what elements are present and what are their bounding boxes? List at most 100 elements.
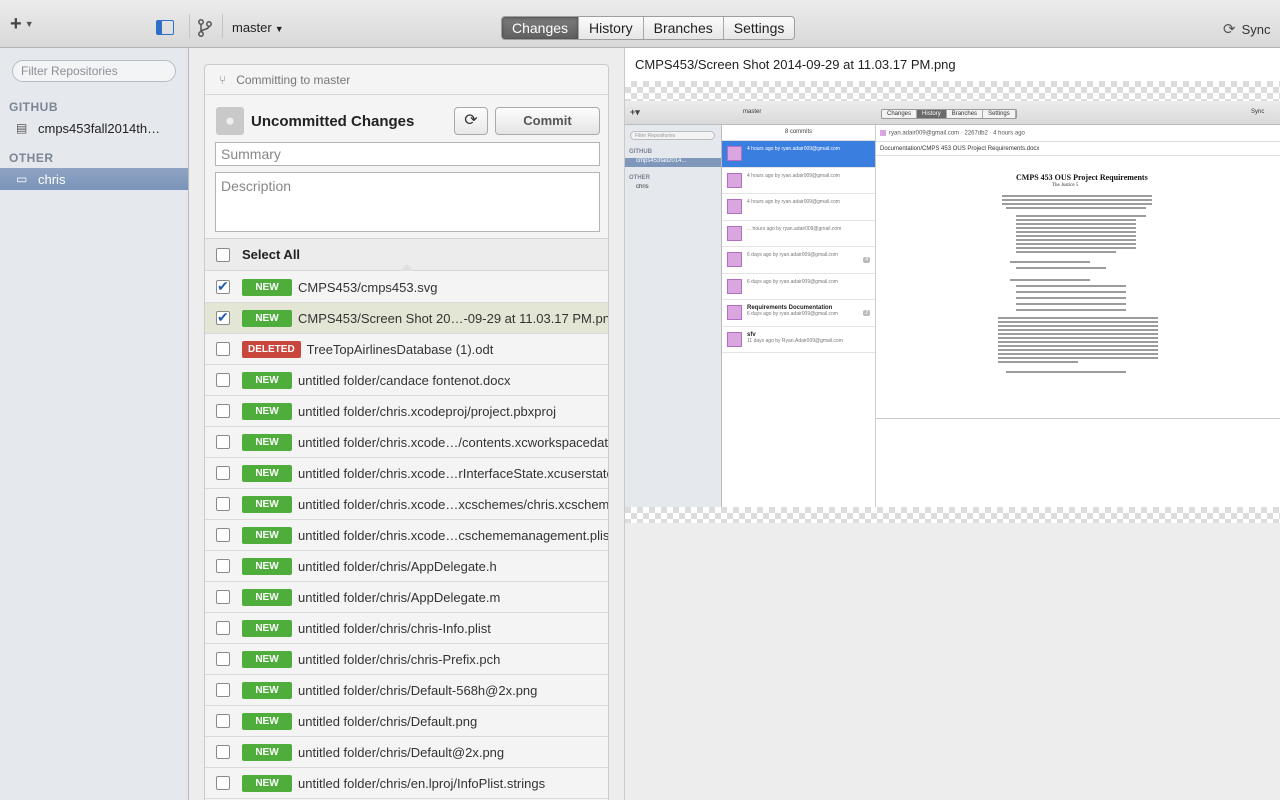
commit-button[interactable]: Commit (495, 107, 600, 135)
sync-commit-button[interactable]: ⟳ (454, 107, 488, 135)
file-row[interactable]: NEW untitled folder/candace fontenot.docx (205, 365, 608, 396)
file-row[interactable]: NEW untitled folder/chris/AppDelegate.h (205, 551, 608, 582)
status-badge: NEW (242, 526, 292, 544)
filter-repositories-input[interactable]: Filter Repositories (12, 60, 176, 82)
file-checkbox[interactable] (216, 652, 230, 666)
selection-arrow (400, 264, 414, 271)
sync-icon: ⟳ (464, 112, 478, 129)
file-checkbox[interactable] (216, 528, 230, 542)
doc-text-line (1016, 267, 1106, 269)
file-checkbox[interactable] (216, 278, 230, 295)
select-all-checkbox[interactable] (216, 247, 230, 262)
file-name: untitled folder/chris/chris-Info.plist (298, 620, 491, 636)
preview-repo: cmps453fall2014... (625, 158, 721, 167)
page-title: Uncommitted Changes (251, 113, 415, 130)
file-checkbox[interactable] (216, 559, 230, 573)
preview-commit-item: 4 hours ago by ryan.adair009@gmail.com (722, 141, 875, 168)
doc-text-line (998, 321, 1158, 323)
doc-text-line (998, 329, 1158, 331)
status-badge: NEW (242, 681, 292, 699)
file-checkbox[interactable] (216, 342, 230, 356)
status-badge: NEW (242, 371, 292, 389)
file-checkbox[interactable] (216, 404, 230, 418)
file-name: untitled folder/chris.xcode…xcschemes/ch… (298, 496, 608, 512)
preview-tabs: Changes History Branches Settings (881, 109, 1017, 119)
doc-text-line (1010, 261, 1090, 263)
file-checkbox[interactable] (216, 466, 230, 480)
file-row[interactable]: NEW untitled folder/chris/Default-568h@2x… (205, 675, 608, 706)
preview-commit-item: 4 hours ago by ryan.adair009@gmail.com (722, 168, 875, 194)
screenshot-image: +▾ master Changes History Branches Setti… (625, 101, 1280, 507)
file-checkbox[interactable] (216, 683, 230, 697)
branch-icon[interactable] (196, 18, 214, 38)
file-name: untitled folder/chris.xcode…rInterfaceSt… (298, 465, 608, 481)
file-name: untitled folder/chris/chris-Prefix.pch (298, 651, 501, 667)
sidebar-item-repo[interactable]: ▭ chris (0, 168, 188, 190)
tab-settings[interactable]: Settings (724, 17, 795, 39)
tab-changes[interactable]: Changes (502, 17, 580, 39)
preview-sync: Sync (1251, 109, 1265, 115)
file-checkbox[interactable] (216, 373, 230, 387)
tab-history[interactable]: History (579, 17, 644, 39)
file-row[interactable]: DELETED TreeTopAirlinesDatabase (1).odt (205, 334, 608, 365)
preview-commits: 4 hours ago by ryan.adair009@gmail.com 4 … (722, 141, 875, 353)
file-checkbox[interactable] (216, 435, 230, 449)
preview-commit-text: 6 days ago by ryan.adair009@gmail.com (747, 279, 838, 285)
file-row[interactable]: NEW untitled folder/chris/Default@2x.png (205, 737, 608, 768)
preview-tab: Changes (882, 110, 918, 118)
file-row[interactable]: NEW untitled folder/chris.xcodeproj/proje… (205, 396, 608, 427)
preview-branch: master (743, 109, 762, 115)
preview-tab: Settings (983, 110, 1016, 118)
sync-button[interactable]: ⟳ Sync (1223, 20, 1270, 38)
file-checkbox[interactable] (216, 497, 230, 511)
status-badge: NEW (242, 774, 292, 792)
file-name: untitled folder/chris.xcode…cschememanag… (298, 527, 608, 543)
plus-icon: +▾ (630, 107, 640, 117)
add-repository-button[interactable]: + ▼ (10, 12, 40, 35)
sidebar-item-repo[interactable]: ▤ cmps453fall2014th… (0, 117, 188, 139)
branch-selector[interactable]: master ▼ (232, 20, 284, 35)
file-row[interactable]: NEW untitled folder/chris.xcode…rInterfac… (205, 458, 608, 489)
avatar (880, 130, 886, 136)
doc-text-line (1016, 247, 1136, 249)
preview-filter: Filter Repositories (630, 131, 715, 140)
doc-text-line (1016, 285, 1126, 287)
file-row[interactable]: NEW untitled folder/chris/en.lproj/InfoPl… (205, 768, 608, 799)
doc-title: CMPS 453 OUS Project Requirements (1016, 173, 1148, 182)
repo-name: chris (38, 171, 66, 187)
preview-commit-text: sfv 11 days ago by Ryan.Adair009@gmail.co… (747, 332, 843, 344)
preview-commit-text: 4 hours ago by ryan.adair009@gmail.com (747, 146, 840, 152)
branch-name: master (232, 20, 272, 35)
file-name: untitled folder/chris/Default.png (298, 713, 478, 729)
status-badge: NEW (242, 557, 292, 575)
description-input[interactable]: Description (215, 172, 600, 232)
plus-icon: + (10, 12, 22, 35)
file-row[interactable]: NEW CMPS453/Screen Shot 20…-09-29 at 11.0… (205, 303, 608, 334)
file-row[interactable]: NEW untitled folder/chris/chris-Prefix.pc… (205, 644, 608, 675)
app-window: + ▼ master ▼ Changes History Branches Sett… (0, 0, 1280, 800)
file-row[interactable]: NEW untitled folder/chris/chris-Info.plis… (205, 613, 608, 644)
file-row[interactable]: NEW untitled folder/chris/Default.png (205, 706, 608, 737)
toggle-sidebar-icon[interactable] (156, 20, 174, 35)
tab-branches[interactable]: Branches (644, 17, 724, 39)
preview-commit-text: 6 days ago by ryan.adair009@gmail.com (747, 252, 838, 258)
status-badge: NEW (242, 278, 292, 296)
file-checkbox[interactable] (216, 714, 230, 728)
file-name: TreeTopAirlinesDatabase (1).odt (306, 341, 494, 357)
preview-commit-meta: 4 hours ago by ryan.adair009@gmail.com (747, 199, 840, 205)
file-checkbox[interactable] (216, 590, 230, 604)
doc-text-line (998, 361, 1078, 363)
summary-input[interactable]: Summary (215, 142, 600, 166)
file-checkbox[interactable] (216, 621, 230, 635)
file-name: untitled folder/chris/Default@2x.png (298, 744, 505, 760)
preview-sha: 2267db2 (964, 130, 988, 137)
avatar (727, 172, 742, 188)
file-checkbox[interactable] (216, 776, 230, 790)
file-row[interactable]: NEW untitled folder/chris.xcode…/contents… (205, 427, 608, 458)
file-row[interactable]: NEW untitled folder/chris.xcode…cschemema… (205, 520, 608, 551)
file-row[interactable]: NEW untitled folder/chris.xcode…xcschemes… (205, 489, 608, 520)
file-checkbox[interactable] (216, 745, 230, 759)
file-row[interactable]: NEW CMPS453/cmps453.svg (205, 272, 608, 303)
file-checkbox[interactable] (216, 309, 230, 326)
file-row[interactable]: NEW untitled folder/chris/AppDelegate.m (205, 582, 608, 613)
